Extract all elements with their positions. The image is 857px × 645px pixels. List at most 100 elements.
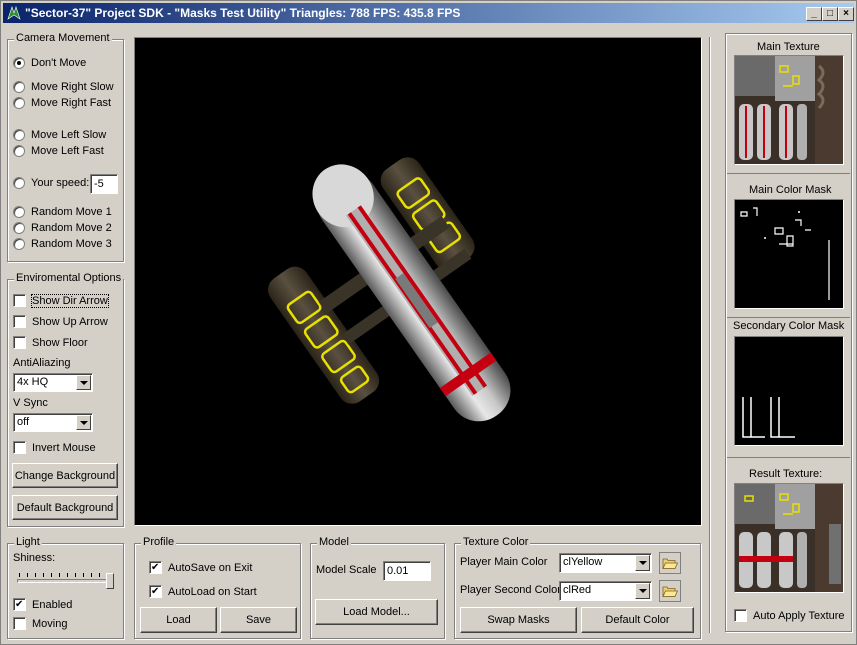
radio-move-left-slow[interactable]: Move Left Slow: [13, 129, 106, 141]
select-value: off: [17, 416, 30, 428]
default-background-button[interactable]: Default Background: [12, 495, 118, 520]
camera-movement-title: Camera Movement: [14, 32, 112, 44]
main-color-mask-image: [735, 200, 843, 308]
checkbox-checked-icon: [13, 598, 26, 611]
close-button[interactable]: ×: [838, 7, 854, 21]
radio-icon: [13, 222, 25, 234]
chevron-down-icon[interactable]: [76, 415, 91, 430]
radio-icon: [13, 206, 25, 218]
radio-icon: [13, 81, 25, 93]
chevron-down-icon[interactable]: [76, 375, 91, 390]
secondary-color-mask-label: Secondary Color Mask: [733, 320, 845, 332]
checkbox-enabled[interactable]: Enabled: [13, 598, 72, 611]
main-texture-preview: [734, 55, 844, 165]
checkbox-label: Show Dir Arrow: [31, 293, 109, 308]
radio-label: Random Move 1: [31, 206, 112, 218]
radio-label: Move Right Slow: [31, 81, 114, 93]
checkbox-autosave[interactable]: AutoSave on Exit: [149, 561, 252, 574]
textures-divider: [727, 173, 850, 174]
checkbox-label: Moving: [32, 617, 68, 630]
radio-selected-icon: [13, 57, 25, 69]
secondary-color-mask-image: [735, 337, 843, 445]
radio-icon: [13, 145, 25, 157]
render-viewport[interactable]: [134, 37, 702, 526]
radio-icon: [13, 129, 25, 141]
radio-move-right-fast[interactable]: Move Right Fast: [13, 97, 111, 109]
light-title: Light: [14, 536, 42, 548]
default-color-button[interactable]: Default Color: [581, 607, 694, 633]
main-color-mask-label: Main Color Mask: [749, 184, 832, 196]
player-second-color-label: Player Second Color: [460, 584, 561, 596]
load-model-button[interactable]: Load Model...: [315, 599, 438, 625]
folder-open-icon[interactable]: [659, 580, 681, 602]
maximize-button[interactable]: □: [822, 7, 838, 21]
checkbox-autoload[interactable]: AutoLoad on Start: [149, 585, 257, 598]
model-scale-label: Model Scale: [316, 564, 377, 576]
radio-random-move-1[interactable]: Random Move 1: [13, 206, 112, 218]
player-second-color-select[interactable]: clRed: [559, 581, 652, 601]
antialiasing-select[interactable]: 4x HQ: [13, 373, 93, 392]
checkbox-checked-icon: [149, 561, 162, 574]
radio-your-speed[interactable]: Your speed:: [13, 177, 89, 189]
texture-color-title: Texture Color: [461, 536, 531, 548]
radio-label: Move Right Fast: [31, 97, 112, 109]
minimize-button[interactable]: _: [806, 7, 822, 21]
vsync-label: V Sync: [13, 397, 48, 409]
app-icon: [7, 6, 21, 20]
radio-random-move-3[interactable]: Random Move 3: [13, 238, 112, 250]
environmental-options-title: Enviromental Options: [14, 272, 124, 284]
checkbox-show-floor[interactable]: Show Floor: [13, 336, 88, 349]
checkbox-label: Show Up Arrow: [32, 315, 108, 328]
speed-input[interactable]: -5: [90, 174, 118, 194]
spaceship-model: [268, 157, 511, 422]
checkbox-show-up-arrow[interactable]: Show Up Arrow: [13, 315, 108, 328]
checkbox-invert-mouse[interactable]: Invert Mouse: [13, 441, 96, 454]
checkbox-icon: [13, 617, 26, 630]
title-bar[interactable]: "Sector-37" Project SDK - "Masks Test Ut…: [3, 3, 854, 23]
radio-label: Random Move 3: [31, 238, 112, 250]
load-profile-button[interactable]: Load: [140, 607, 217, 633]
checkbox-label: Auto Apply Texture: [753, 609, 845, 622]
radio-icon: [13, 238, 25, 250]
checkbox-checked-icon: [149, 585, 162, 598]
radio-dont-move[interactable]: Don't Move: [13, 57, 86, 69]
chevron-down-icon[interactable]: [635, 555, 650, 571]
radio-icon: [13, 97, 25, 109]
chevron-down-icon[interactable]: [635, 583, 650, 599]
checkbox-auto-apply-texture[interactable]: Auto Apply Texture: [734, 609, 845, 622]
checkbox-moving[interactable]: Moving: [13, 617, 67, 630]
checkbox-label: Enabled: [32, 598, 73, 611]
model-scale-input[interactable]: 0.01: [383, 561, 431, 581]
vsync-select[interactable]: off: [13, 413, 93, 432]
checkbox-label: Invert Mouse: [32, 441, 96, 454]
textures-divider: [727, 317, 850, 318]
shiness-slider[interactable]: [17, 579, 113, 583]
change-background-button[interactable]: Change Background: [12, 463, 118, 488]
main-texture-label: Main Texture: [757, 41, 820, 53]
profile-title: Profile: [141, 536, 177, 548]
radio-label: Move Left Fast: [31, 145, 104, 157]
radio-move-right-slow[interactable]: Move Right Slow: [13, 81, 114, 93]
save-profile-button[interactable]: Save: [220, 607, 297, 633]
checkbox-icon: [13, 315, 26, 328]
checkbox-show-dir-arrow[interactable]: Show Dir Arrow: [13, 293, 109, 308]
main-texture-image: [735, 56, 843, 164]
checkbox-label: Show Floor: [32, 336, 88, 349]
main-window: "Sector-37" Project SDK - "Masks Test Ut…: [0, 0, 857, 645]
secondary-color-mask-preview: [734, 336, 844, 446]
radio-label: Move Left Slow: [31, 129, 107, 141]
checkbox-label: AutoSave on Exit: [168, 561, 253, 574]
antialiasing-label: AntiAliazing: [13, 357, 71, 369]
main-color-mask-preview: [734, 199, 844, 309]
radio-random-move-2[interactable]: Random Move 2: [13, 222, 112, 234]
radio-label: Your speed:: [31, 177, 90, 189]
radio-label: Don't Move: [31, 57, 87, 69]
model-title: Model: [317, 536, 351, 548]
shiness-slider-thumb[interactable]: [106, 573, 114, 589]
player-main-color-select[interactable]: clYellow: [559, 553, 652, 573]
swap-masks-button[interactable]: Swap Masks: [460, 607, 577, 633]
radio-label: Random Move 2: [31, 222, 112, 234]
shiness-label: Shiness:: [13, 552, 56, 564]
radio-move-left-fast[interactable]: Move Left Fast: [13, 145, 104, 157]
folder-open-icon[interactable]: [659, 552, 681, 574]
